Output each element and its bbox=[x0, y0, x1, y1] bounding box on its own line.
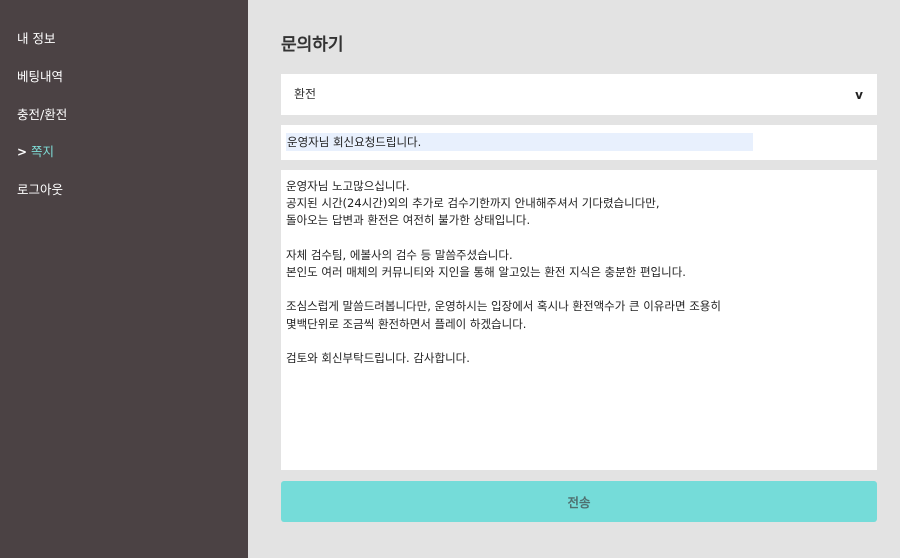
sidebar-item-label: 베팅내역 bbox=[17, 69, 64, 84]
sidebar-item-deposit-withdraw[interactable]: 충전/환전 bbox=[17, 105, 67, 125]
sidebar: 내 정보 베팅내역 충전/환전 > 쪽지 로그아웃 bbox=[0, 0, 248, 558]
page-title: 문의하기 bbox=[281, 35, 344, 55]
message-field-container: 운영자님 노고많으십니다. 공지된 시간(24시간)외의 추가로 검수기한까지 … bbox=[281, 170, 877, 470]
sidebar-item-my-info[interactable]: 내 정보 bbox=[17, 29, 55, 49]
sidebar-item-label: 쪽지 bbox=[31, 144, 55, 159]
sidebar-item-label: 로그아웃 bbox=[17, 182, 64, 197]
sidebar-item-label: 충전/환전 bbox=[17, 107, 68, 122]
sidebar-item-logout[interactable]: 로그아웃 bbox=[17, 180, 63, 200]
message-textarea[interactable]: 운영자님 노고많으십니다. 공지된 시간(24시간)외의 추가로 검수기한까지 … bbox=[286, 178, 866, 464]
chevron-right-icon: > bbox=[17, 145, 28, 159]
sidebar-item-betting-history[interactable]: 베팅내역 bbox=[17, 67, 63, 87]
main-content: 문의하기 환전 v 운영자님 노고많으십니다. 공지된 시간(24시간)외의 추… bbox=[248, 0, 900, 558]
sidebar-item-label: 내 정보 bbox=[17, 31, 56, 46]
subject-input[interactable] bbox=[286, 133, 753, 151]
subject-field-container bbox=[281, 125, 877, 160]
category-select[interactable]: 환전 v bbox=[281, 74, 877, 115]
sidebar-item-messages[interactable]: > 쪽지 bbox=[17, 142, 54, 162]
chevron-down-icon: v bbox=[855, 88, 863, 102]
send-button[interactable]: 전송 bbox=[281, 481, 877, 522]
category-select-value: 환전 bbox=[294, 87, 317, 101]
